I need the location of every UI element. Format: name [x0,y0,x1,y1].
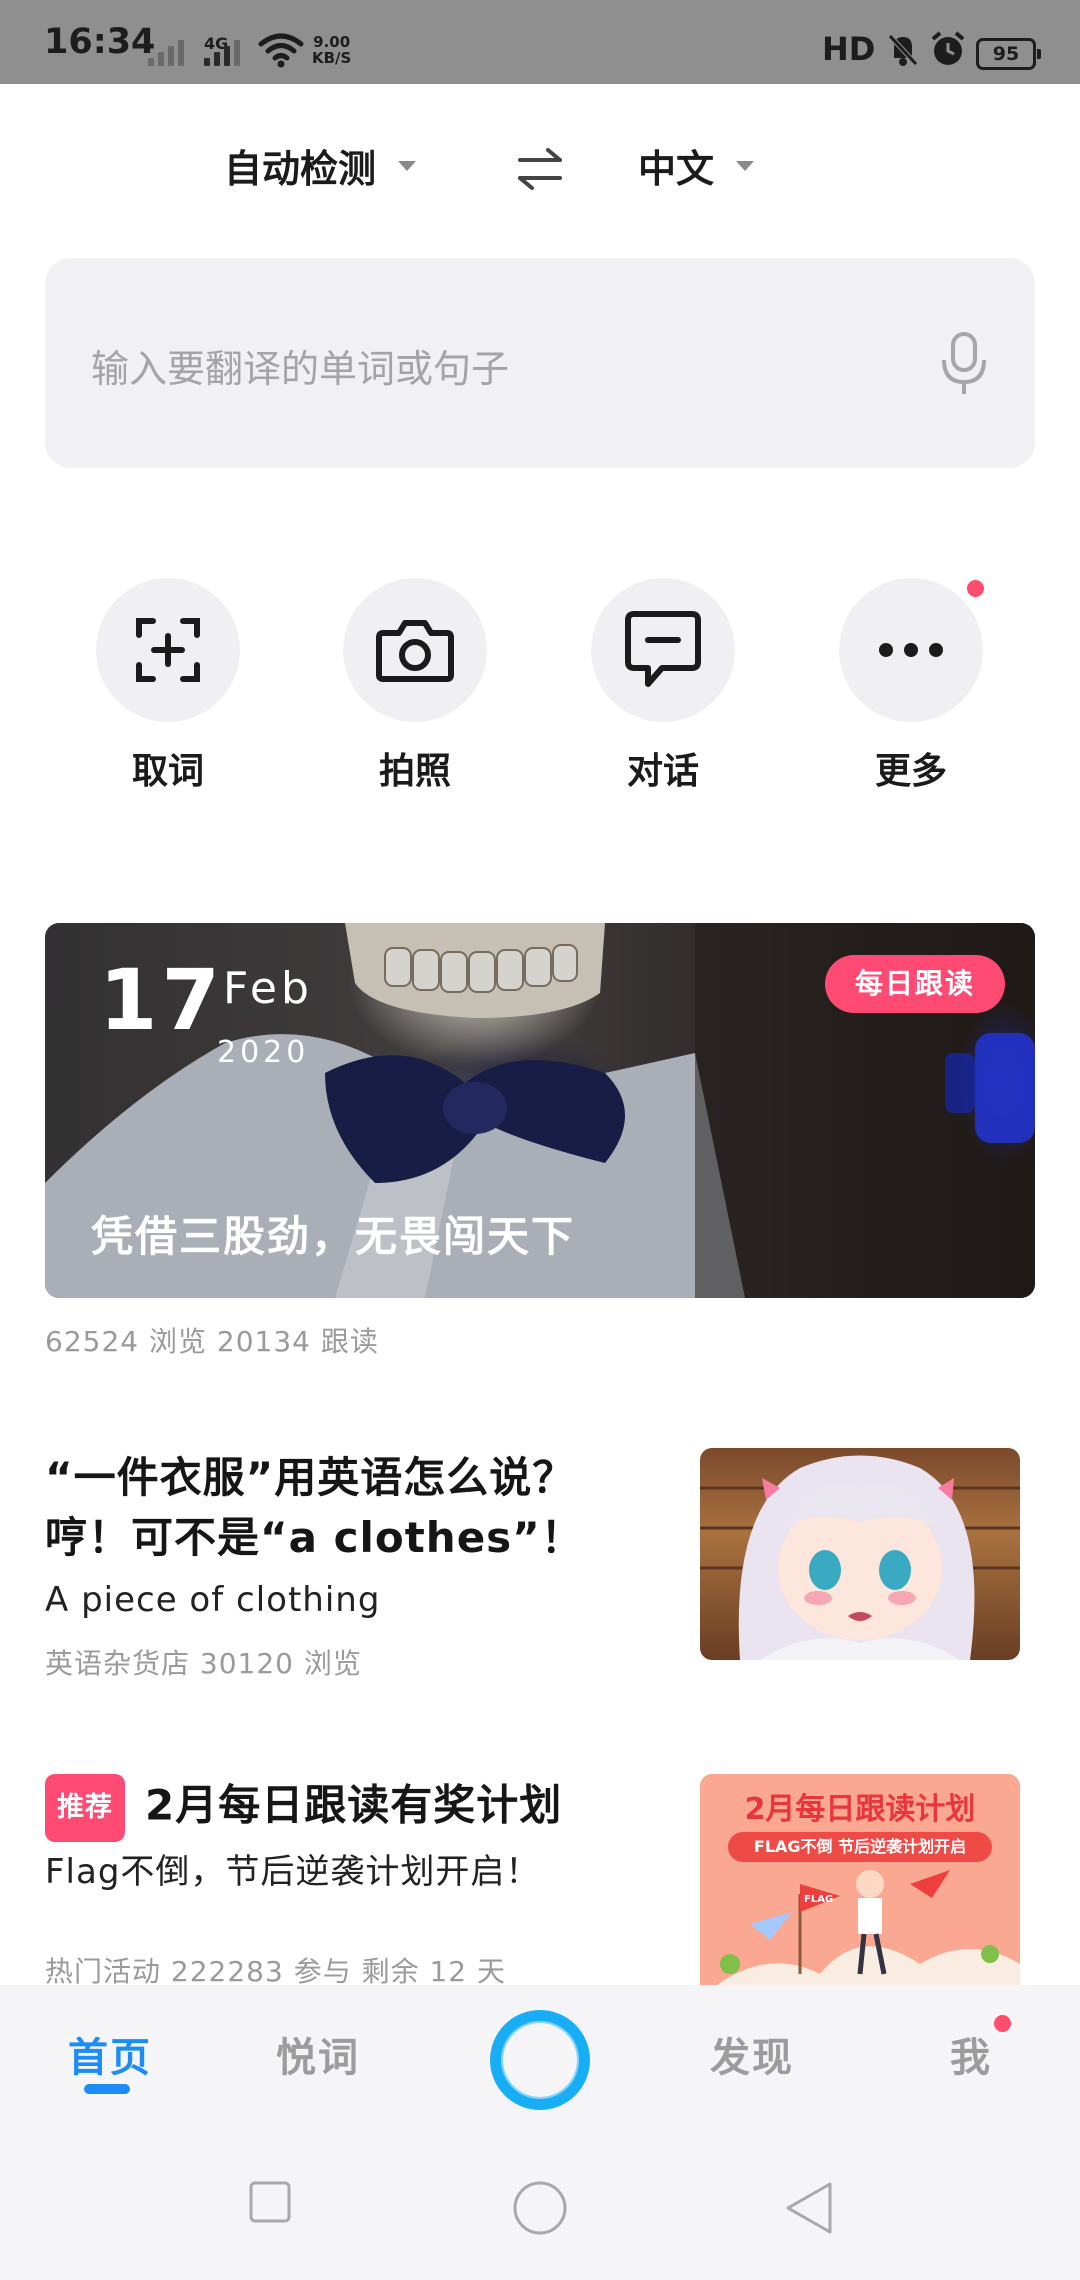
microphone-icon[interactable] [937,330,991,398]
daily-reading-banner[interactable]: 17 Feb 2020 每日跟读 凭借三股劲，无畏闯天下 [45,923,1035,1298]
chat-icon [625,611,701,687]
feature-more-circle[interactable] [839,578,984,722]
network-speed: 9.00 KB/S [312,33,352,67]
signal-icon [148,32,184,66]
camera-icon [376,620,454,682]
nav-home[interactable]: 首页 [68,2025,152,2083]
flag-text: FLAG [804,1894,833,1905]
feature-camera-label: 拍照 [378,751,451,792]
home-button-icon[interactable] [512,2180,568,2236]
flag-illustration: FLAG [717,1870,1020,1985]
status-time: 16:34 [44,22,156,62]
scan-word-icon [136,618,200,682]
hd-indicator: HD [822,30,876,68]
back-button-icon[interactable] [784,2180,834,2236]
signal-icon [204,32,240,66]
banner-year: 2020 [217,1035,310,1070]
feature-more[interactable]: 更多 [836,578,986,794]
bottom-navigation: 首页 悦词 发现 我 [0,1985,1080,2280]
status-bar: 16:34 4G 9.00 KB/S HD 95 [0,0,1080,84]
feature-scan-word-circle[interactable] [96,578,240,722]
recent-apps-icon[interactable] [248,2180,292,2224]
chevron-down-icon [398,160,417,171]
article-card[interactable]: “一件衣服”用英语怎么说？ 哼！可不是“a clothes”！ A piece … [0,1430,1080,1690]
article-title-line2: 哼！可不是“a clothes”！ [45,1513,584,1562]
feature-dialogue[interactable]: 对话 [588,578,738,794]
banner-quote: 凭借三股劲，无畏闯天下 [91,1212,576,1261]
article-meta: 热门活动 222283 参与 剩余 12 天 [45,1955,507,1985]
feature-dialogue-circle[interactable] [591,578,735,722]
source-language-label: 自动检测 [224,147,377,191]
alarm-icon [931,31,965,65]
nav-me[interactable]: 我 [950,2025,992,2083]
article-title-line1: “一件衣服”用英语怎么说？ [45,1453,576,1502]
recommend-tag: 推荐 [45,1774,125,1842]
anime-girl-illustration [700,1455,1020,1660]
nav-discover[interactable]: 发现 [710,2025,794,2083]
banner-month: Feb [223,963,313,1014]
wifi-icon [258,33,304,68]
article-meta: 英语杂货店 30120 浏览 [45,1647,362,1680]
feature-camera[interactable]: 拍照 [340,578,490,794]
article-card[interactable]: 推荐 2月每日跟读有奖计划 Flag不倒，节后逆袭计划开启！ 热门活动 22228… [0,1760,1080,1985]
translate-input-placeholder: 输入要翻译的单词或句子 [91,347,510,391]
translate-input[interactable]: 输入要翻译的单词或句子 [45,258,1035,468]
nav-words[interactable]: 悦词 [276,2025,360,2083]
banner-stats: 62524 浏览 20134 跟读 [45,1325,379,1358]
article-title: 推荐 2月每日跟读有奖计划 [45,1774,562,1842]
article-subtitle: Flag不倒，节后逆袭计划开启！ [45,1852,541,1892]
swap-languages-icon[interactable] [516,146,564,192]
feature-more-label: 更多 [874,751,947,792]
feature-dialogue-label: 对话 [626,751,699,792]
article-thumbnail: 2月每日跟读计划 FLAG不倒 节后逆袭计划开启 FLAG [700,1774,1020,1985]
nav-home-indicator [84,2084,130,2094]
more-icon [879,643,943,657]
mute-bell-icon [888,34,918,66]
target-language-label: 中文 [638,147,715,191]
daily-reading-badge[interactable]: 每日跟读 [825,955,1005,1013]
feature-camera-circle[interactable] [343,578,487,722]
article-subtitle: A piece of clothing [45,1580,381,1620]
target-language-selector[interactable]: 中文 [638,138,755,193]
feature-scan-word-label: 取词 [131,751,204,792]
notification-dot [994,2015,1011,2032]
voice-assistant-button[interactable] [490,2010,590,2110]
notification-dot [967,580,984,597]
banner-day: 17 [99,951,224,1049]
article-thumbnail [700,1448,1020,1660]
feature-scan-word[interactable]: 取词 [93,578,243,794]
source-language-selector[interactable]: 自动检测 [224,138,417,193]
chevron-down-icon [736,160,755,171]
battery-icon: 95 [976,38,1041,70]
